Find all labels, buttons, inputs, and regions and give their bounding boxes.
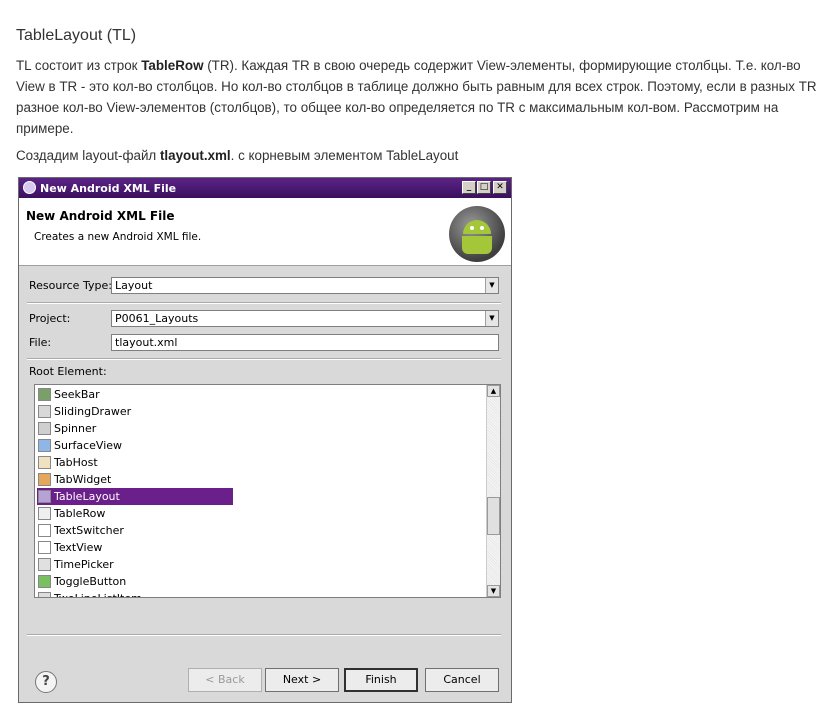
list-item-label: TimePicker [54,558,114,571]
maximize-button[interactable]: □ [477,181,491,194]
root-element-list[interactable]: SeekBar SlidingDrawer Spinner SurfaceView Ta… [34,384,501,598]
root-element-label: Root Element: [29,365,107,378]
list-item-label: TableRow [54,507,106,520]
chevron-down-icon[interactable]: ▼ [485,311,498,326]
list-item[interactable]: SlidingDrawer [37,403,233,420]
create-file-before: Создадим layout-файл [16,148,160,163]
intro-line-2: View в TR - это кол-во столбцов. Но кол-… [16,79,817,94]
tablerow-icon [38,507,51,520]
list-item[interactable]: TabHost [37,454,233,471]
list-item-label: ToggleButton [54,575,127,588]
resource-type-select[interactable]: Layout ▼ [111,277,499,294]
separator [27,302,501,304]
spinner-icon [38,422,51,435]
intro-paragraph: TL состоит из строк TableRow (TR). Кажда… [16,55,837,139]
separator [27,358,501,360]
window-title: New Android XML File [40,182,177,195]
list-item-label: TextView [54,541,103,554]
project-select[interactable]: P0061_Layouts ▼ [111,310,499,327]
list-item[interactable]: TableRow [37,505,233,522]
tablerow-term: TableRow [141,58,204,73]
list-item[interactable]: TableLayout [37,488,233,505]
list-item[interactable]: TextView [37,539,233,556]
intro-line-1-part-1: TL состоит из строк [16,58,142,73]
slidingdrawer-icon [38,405,51,418]
tabhost-icon [38,456,51,469]
seekbar-icon [38,388,51,401]
list-item[interactable]: ToggleButton [37,573,233,590]
scroll-down-icon[interactable]: ▼ [487,585,500,597]
cancel-button[interactable]: Cancel [425,668,499,692]
header-subtitle: Creates a new Android XML file. [34,231,202,243]
file-label: File: [29,336,52,349]
resource-type-label: Resource Type: [29,279,112,292]
separator [27,634,501,636]
intro-line-1: TL состоит из строк TableRow (TR). Кажда… [16,55,837,76]
file-name-term: tlayout.xml [159,148,231,163]
project-value: P0061_Layouts [115,312,199,325]
scroll-up-icon[interactable]: ▲ [487,385,500,397]
tablelayout-icon [38,490,51,503]
list-item-label: TwoLineListItem [54,590,142,597]
help-icon[interactable]: ? [35,671,57,693]
file-name-input[interactable]: tlayout.xml [111,334,499,351]
android-logo-icon [449,206,505,262]
list-item-label: SlidingDrawer [54,405,132,418]
list-item-label: SurfaceView [54,439,123,452]
chevron-down-icon[interactable]: ▼ [485,278,498,293]
list-item-label: TabHost [54,456,98,469]
finish-button[interactable]: Finish [344,668,418,692]
minimize-button[interactable]: _ [462,181,476,194]
new-android-xml-file-dialog: New Android XML File _ □ ✕ New Android X… [18,177,512,703]
list-item[interactable]: TabWidget [37,471,233,488]
list-item[interactable]: TextSwitcher [37,522,233,539]
next-button[interactable]: Next > [265,668,339,692]
back-button[interactable]: < Back [188,668,262,692]
list-item-label: TableLayout [54,490,120,503]
list-item[interactable]: SeekBar [37,386,233,403]
intro-line-4: примере. [16,121,74,136]
file-name-value: tlayout.xml [115,336,178,349]
list-item-label: TabWidget [54,473,112,486]
list-item[interactable]: TimePicker [37,556,233,573]
dialog-button-bar: ? < Back Next > Finish Cancel [19,646,511,702]
togglebutton-icon [38,575,51,588]
close-button[interactable]: ✕ [493,181,507,194]
twolinelistitem-icon [38,592,51,597]
list-item-label: Spinner [54,422,97,435]
list-item-label: TextSwitcher [54,524,124,537]
create-file-paragraph: Создадим layout-файл tlayout.xml. с корн… [16,146,458,165]
list-item-label: SeekBar [54,388,100,401]
surfaceview-icon [38,439,51,452]
project-label: Project: [29,312,71,325]
intro-line-3: разное кол-во View-элементов (столбцов),… [16,100,779,115]
dialog-title-bar[interactable]: New Android XML File _ □ ✕ [19,178,511,198]
list-item[interactable]: Spinner [37,420,233,437]
resource-type-value: Layout [115,279,153,292]
create-file-after: . с корневым элементом TableLayout [230,148,459,163]
timepicker-icon [38,558,51,571]
list-item[interactable]: SurfaceView [37,437,233,454]
list-item[interactable]: TwoLineListItem [37,590,233,597]
header-title: New Android XML File [26,209,175,223]
list-scrollbar[interactable]: ▲ ▼ [486,385,500,597]
textview-icon [38,541,51,554]
textswitcher-icon [38,524,51,537]
tabwidget-icon [38,473,51,486]
article-heading: TableLayout (TL) [16,27,137,44]
eclipse-icon [23,181,36,194]
scrollbar-thumb[interactable] [487,497,500,535]
intro-line-1-part-3: (TR). Каждая TR в свою очередь содержит … [203,58,801,73]
dialog-header: New Android XML File Creates a new Andro… [19,198,511,266]
